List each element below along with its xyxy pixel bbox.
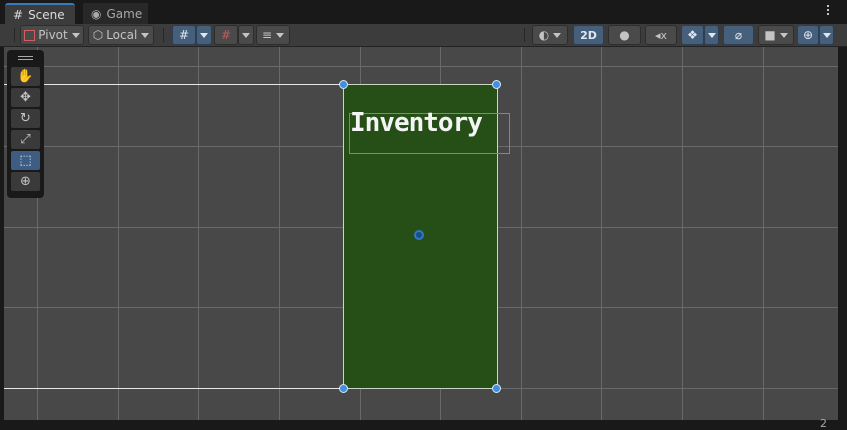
tab-scene[interactable]: # Scene: [5, 3, 75, 24]
scene-toolbar: Pivot ⬡ Local # # ≡ ◐ 2D ● ◂x ❖ ⌀ ■ ⊕: [0, 24, 847, 47]
toolbar-separator: [163, 28, 164, 42]
scene-viewport[interactable]: Inventory: [4, 47, 838, 420]
grid-line: [118, 47, 119, 420]
hand-icon: ✋: [17, 69, 34, 84]
grid-visibility-dropdown[interactable]: [196, 25, 212, 45]
palette-drag-handle[interactable]: [18, 59, 33, 60]
grid-line: [763, 47, 764, 420]
pivot-handle[interactable]: [414, 230, 424, 240]
grid-lines-icon: ≡: [261, 28, 273, 42]
chevron-down-icon: [141, 32, 150, 38]
toolbar-separator: [524, 28, 525, 42]
mode-2d-label: 2D: [580, 28, 597, 42]
tab-game[interactable]: ◉ Game: [83, 3, 148, 24]
lighting-toggle[interactable]: ●: [608, 25, 641, 45]
chevron-down-icon: [200, 32, 208, 38]
transform-tool-button[interactable]: ⊕: [11, 172, 40, 191]
effects-dropdown[interactable]: [704, 25, 719, 45]
mode-2d-toggle[interactable]: 2D: [573, 25, 604, 45]
grid-line: [279, 47, 280, 420]
tab-scene-label: Scene: [28, 7, 65, 22]
hand-tool-button[interactable]: ✋: [11, 67, 40, 86]
toolbar-separator: [14, 28, 15, 42]
local-label: Local: [106, 28, 138, 42]
draw-mode-dropdown[interactable]: ◐: [532, 25, 568, 45]
rect-handle-bottom-right[interactable]: [492, 384, 501, 393]
status-counter: 2: [820, 417, 827, 430]
grid-line: [198, 47, 199, 420]
shading-sphere-icon: ◐: [538, 28, 550, 42]
scale-tool-button[interactable]: ⤢: [11, 130, 40, 149]
status-bar: 2: [0, 417, 847, 430]
chevron-down-icon: [707, 32, 716, 38]
transform-icon: ⊕: [20, 174, 31, 189]
camera-dropdown[interactable]: ■: [758, 25, 794, 45]
tab-bar: # Scene ◉ Game: [0, 0, 847, 25]
chevron-down-icon: [553, 32, 562, 38]
inventory-title-text[interactable]: Inventory: [350, 108, 483, 138]
chevron-down-icon: [779, 32, 788, 38]
chevron-down-icon: [276, 32, 285, 38]
chevron-down-icon: [242, 32, 250, 38]
eye-slash-icon: ⌀: [734, 28, 743, 42]
rect-handle-bottom-left[interactable]: [339, 384, 348, 393]
canvas-border-line: [4, 84, 344, 85]
move-arrows-icon: ✥: [20, 90, 31, 105]
rect-transform-icon: ⬚: [19, 153, 32, 168]
grid-visibility-button[interactable]: #: [172, 25, 196, 45]
more-options-icon[interactable]: [825, 5, 831, 15]
grid-line: [601, 47, 602, 420]
chevron-down-icon: [71, 32, 80, 38]
cube-icon: ⬡: [92, 28, 104, 42]
rect-handle-top-left[interactable]: [339, 80, 348, 89]
rect-handle-top-right[interactable]: [492, 80, 501, 89]
lightbulb-icon: ●: [619, 28, 630, 42]
audio-toggle[interactable]: ◂x: [645, 25, 677, 45]
grid-line: [682, 47, 683, 420]
grid-line: [521, 47, 522, 420]
pivot-dropdown[interactable]: Pivot: [20, 25, 84, 45]
snap-icon: #: [220, 28, 232, 42]
palette-drag-handle[interactable]: [18, 56, 33, 57]
effects-layers-icon: ❖: [687, 28, 698, 42]
rotate-tool-button[interactable]: ↻: [11, 109, 40, 128]
chevron-down-icon: [822, 32, 831, 38]
move-tool-button[interactable]: ✥: [11, 88, 40, 107]
rotate-icon: ↻: [20, 111, 31, 126]
gizmos-dropdown[interactable]: [819, 25, 834, 45]
camera-icon: ■: [764, 28, 776, 42]
grid-line: [4, 66, 838, 67]
grid-settings-dropdown[interactable]: ≡: [256, 25, 290, 45]
gizmos-globe-icon: ⊕: [802, 28, 814, 42]
effects-toggle[interactable]: ❖: [681, 25, 704, 45]
gamepad-icon: ◉: [91, 6, 102, 21]
pivot-label: Pivot: [38, 28, 68, 42]
grid-snap-icon: #: [178, 28, 190, 42]
scene-view-window: # Scene ◉ Game Pivot ⬡ Local # # ≡ ◐ 2D …: [0, 0, 847, 430]
gizmos-toggle[interactable]: ⊕: [797, 25, 819, 45]
grid-icon: #: [13, 7, 24, 22]
rect-tool-button[interactable]: ⬚: [11, 151, 40, 170]
local-dropdown[interactable]: ⬡ Local: [88, 25, 154, 45]
tool-palette: ✋ ✥ ↻ ⤢ ⬚ ⊕: [7, 50, 44, 198]
audio-muted-icon: ◂x: [654, 28, 668, 42]
hidden-objects-toggle[interactable]: ⌀: [723, 25, 754, 45]
pivot-icon: [24, 29, 36, 41]
canvas-border-line: [4, 388, 344, 389]
tab-game-label: Game: [106, 6, 143, 21]
snap-increment-button[interactable]: #: [214, 25, 238, 45]
snap-increment-dropdown[interactable]: [238, 25, 254, 45]
scale-icon: ⤢: [20, 132, 31, 147]
